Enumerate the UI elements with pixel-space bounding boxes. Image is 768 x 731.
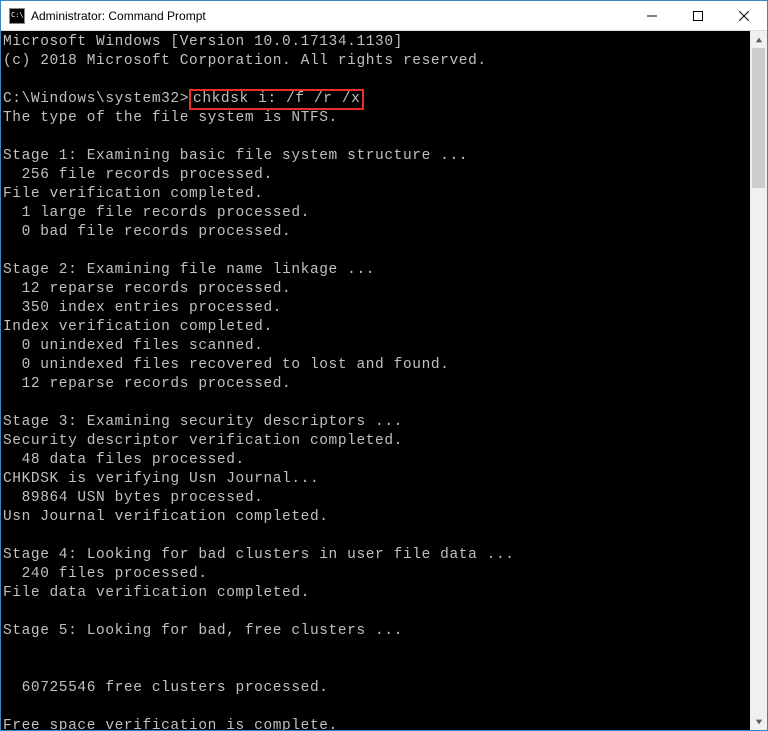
scrollbar-thumb[interactable] [752,48,765,188]
console-output[interactable]: Microsoft Windows [Version 10.0.17134.11… [1,31,750,730]
output-line: 12 reparse records processed. [3,376,291,392]
output-line: 256 file records processed. [3,167,273,183]
output-line: 89864 USN bytes processed. [3,490,263,506]
output-line: 350 index entries processed. [3,300,282,316]
output-line: Stage 2: Examining file name linkage ... [3,262,375,278]
output-line: Stage 4: Looking for bad clusters in use… [3,547,515,563]
output-line: CHKDSK is verifying Usn Journal... [3,471,319,487]
window-controls [629,1,767,30]
output-line: 240 files processed. [3,566,208,582]
output-line: 12 reparse records processed. [3,281,291,297]
output-line: File verification completed. [3,186,263,202]
output-line: 0 unindexed files recovered to lost and … [3,357,449,373]
output-line: 60725546 free clusters processed. [3,680,329,696]
output-line: File data verification completed. [3,585,310,601]
minimize-button[interactable] [629,1,675,30]
output-line: Usn Journal verification completed. [3,509,329,525]
maximize-button[interactable] [675,1,721,30]
output-line: Stage 3: Examining security descriptors … [3,414,403,430]
output-line: Stage 5: Looking for bad, free clusters … [3,623,403,639]
scroll-up-button[interactable] [750,31,767,48]
output-line: 1 large file records processed. [3,205,310,221]
console-area: Microsoft Windows [Version 10.0.17134.11… [1,31,767,730]
output-line: Index verification completed. [3,319,273,335]
scroll-down-button[interactable] [750,713,767,730]
highlighted-command: chkdsk i: /f /r /x [189,89,364,110]
command-prompt-window: C:\ Administrator: Command Prompt Micros… [0,0,768,731]
output-line: 48 data files processed. [3,452,245,468]
output-line: The type of the file system is NTFS. [3,110,338,126]
titlebar: C:\ Administrator: Command Prompt [1,1,767,31]
scrollbar-track[interactable] [750,48,767,713]
output-line: Security descriptor verification complet… [3,433,403,449]
prompt-text: C:\Windows\system32> [3,91,189,107]
vertical-scrollbar[interactable] [750,31,767,730]
output-line: Microsoft Windows [Version 10.0.17134.11… [3,34,403,50]
output-line: 0 unindexed files scanned. [3,338,263,354]
svg-text:C:\: C:\ [11,11,24,19]
window-title: Administrator: Command Prompt [31,9,629,23]
output-line: Stage 1: Examining basic file system str… [3,148,468,164]
output-line: Free space verification is complete. [3,718,338,730]
output-line: 0 bad file records processed. [3,224,291,240]
close-button[interactable] [721,1,767,30]
cmd-icon: C:\ [9,8,25,24]
output-line: (c) 2018 Microsoft Corporation. All righ… [3,53,487,69]
